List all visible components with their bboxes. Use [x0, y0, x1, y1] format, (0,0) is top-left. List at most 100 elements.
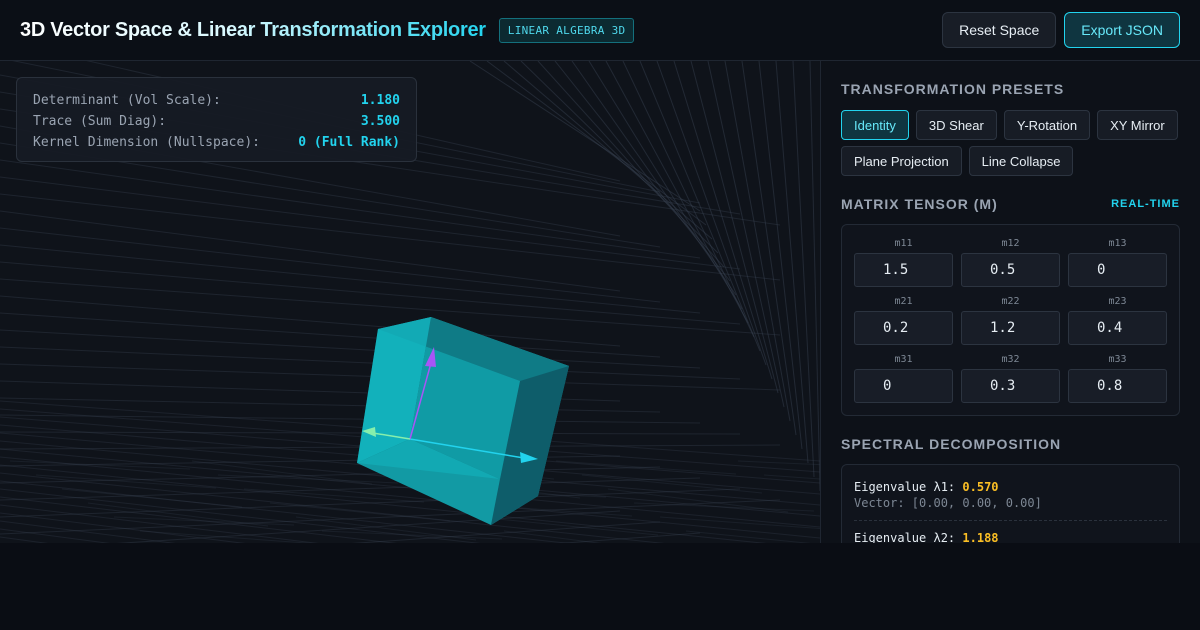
- grid-line: [0, 176, 741, 270]
- cell-label-m13: m13: [1108, 238, 1127, 249]
- grid-line: [656, 61, 767, 366]
- grid-line: [588, 61, 743, 310]
- cell-label-m21: m21: [894, 296, 913, 307]
- grid-line: [486, 61, 707, 226]
- eigen-divider: [854, 520, 1167, 521]
- 3d-viewport[interactable]: Determinant (Vol Scale): 1.180 Trace (Su…: [0, 61, 820, 543]
- grid-line: [537, 61, 725, 268]
- matrix-grid: m11 1.5 m12 0.5 m13 0 m21 0.2 m22 1.2 m23 0.4 …: [854, 237, 1167, 403]
- determinant-label: Determinant (Vol Scale):: [33, 93, 221, 108]
- m32-input[interactable]: 0.3: [961, 369, 1060, 403]
- cell-label-m32: m32: [1001, 354, 1020, 365]
- grid-line: [520, 61, 719, 254]
- m12-input[interactable]: 0.5: [961, 253, 1060, 287]
- preset-3d-shear-button[interactable]: 3D Shear: [915, 110, 997, 140]
- grid-line: [0, 227, 661, 303]
- preset-y-rotation-button[interactable]: Y-Rotation: [1003, 110, 1091, 140]
- grid-line: [0, 346, 741, 380]
- matrix-cell: m12 0.5: [961, 237, 1060, 287]
- preset-line-collapse-button[interactable]: Line Collapse: [968, 146, 1074, 176]
- cell-label-m31: m31: [894, 354, 913, 365]
- m33-input[interactable]: 0.8: [1068, 369, 1167, 403]
- grid-line: [554, 61, 731, 282]
- m21-input[interactable]: 0.2: [854, 311, 953, 345]
- trace-value: 3.500: [360, 114, 400, 129]
- trace-row: Trace (Sum Diag): 3.500: [33, 111, 400, 132]
- bottom-empty-area: [0, 543, 1200, 630]
- cell-label-m33: m33: [1108, 354, 1127, 365]
- eigenvalue-label-1: Eigenvalue λ1:: [854, 480, 956, 494]
- eigenvalue-value-2: 1.188: [962, 531, 999, 543]
- cell-label-m22: m22: [1001, 296, 1020, 307]
- preset-plane-projection-button[interactable]: Plane Projection: [841, 146, 962, 176]
- grid-line: [741, 61, 797, 436]
- preset-list: Identity 3D Shear Y-Rotation XY Mirror P…: [841, 110, 1180, 176]
- app-root: 3D Vector Space & Linear Transformation …: [0, 0, 1200, 630]
- eigenvalue-row-2: Eigenvalue λ2: 1.188: [854, 530, 1167, 543]
- grid-line: [243, 488, 425, 503]
- eigenvalue-label-2: Eigenvalue λ2:: [854, 531, 956, 543]
- grid-line: [0, 504, 319, 543]
- stats-overlay: Determinant (Vol Scale): 1.180 Trace (Su…: [16, 77, 417, 162]
- spectral-panel: Eigenvalue λ1: 0.570 Vector: [0.00, 0.00…: [841, 464, 1180, 543]
- grid-line: [555, 460, 737, 475]
- matrix-cell: m31 0: [854, 353, 953, 403]
- matrix-cell: m21 0.2: [854, 295, 953, 345]
- m31-input[interactable]: 0: [854, 369, 953, 403]
- matrix-title: MATRIX TENSOR (M): [841, 196, 998, 212]
- grid-line: [0, 193, 781, 281]
- kernel-row: Kernel Dimension (Nullspace): 0 (Full Ra…: [33, 132, 400, 153]
- grid-line: [581, 474, 763, 494]
- grid-line: [0, 210, 621, 292]
- matrix-cell: m22 1.2: [961, 295, 1060, 345]
- matrix-cell: m33 0.8: [1068, 353, 1167, 403]
- grid-line: [61, 488, 243, 508]
- grid-line: [0, 261, 741, 325]
- app-header: 3D Vector Space & Linear Transformation …: [0, 0, 1200, 61]
- grid-line: [792, 61, 815, 478]
- cell-label-m12: m12: [1001, 238, 1020, 249]
- determinant-row: Determinant (Vol Scale): 1.180: [33, 90, 400, 111]
- m22-input[interactable]: 1.2: [961, 311, 1060, 345]
- m13-input[interactable]: 0: [1068, 253, 1167, 287]
- grid-line: [0, 159, 701, 259]
- transformed-cube: [357, 317, 569, 525]
- eigenvalue-value-1: 0.570: [962, 480, 999, 494]
- header-actions: Reset Space Export JSON: [942, 12, 1180, 48]
- export-json-button[interactable]: Export JSON: [1064, 12, 1180, 48]
- page-title: 3D Vector Space & Linear Transformation …: [20, 18, 486, 41]
- grid-line: [0, 244, 701, 314]
- grid-line: [763, 474, 820, 480]
- kernel-label: Kernel Dimension (Nullspace):: [33, 135, 260, 150]
- mode-badge: LINEAR ALGEBRA 3D: [498, 17, 635, 43]
- control-panel: TRANSFORMATION PRESETS Identity 3D Shear…: [820, 61, 1200, 543]
- grid-line: [0, 295, 621, 347]
- matrix-header: MATRIX TENSOR (M) REAL-TIME: [841, 196, 1180, 212]
- eigenvector-1: Vector: [0.00, 0.00, 0.00]: [854, 496, 1042, 510]
- m23-input[interactable]: 0.4: [1068, 311, 1167, 345]
- m11-input[interactable]: 1.5: [854, 253, 953, 287]
- preset-identity-button[interactable]: Identity: [841, 110, 909, 140]
- matrix-cell: m13 0: [1068, 237, 1167, 287]
- reset-space-button[interactable]: Reset Space: [942, 12, 1057, 48]
- spectral-title: SPECTRAL DECOMPOSITION: [841, 436, 1062, 452]
- grid-line: [622, 61, 755, 338]
- trace-label: Trace (Sum Diag):: [33, 114, 167, 129]
- kernel-value: 0 (Full Rank): [298, 135, 400, 150]
- realtime-indicator: REAL-TIME: [1111, 198, 1180, 210]
- determinant-value: 1.180: [360, 93, 400, 108]
- grid-line: [0, 397, 661, 413]
- matrix-cell: m23 0.4: [1068, 295, 1167, 345]
- grid-line: [639, 61, 761, 352]
- cell-label-m11: m11: [894, 238, 913, 249]
- grid-line: [0, 414, 701, 424]
- eigenvalue-row-1: Eigenvalue λ1: 0.570: [854, 479, 1167, 495]
- cell-label-m23: m23: [1108, 296, 1127, 307]
- presets-title: TRANSFORMATION PRESETS: [841, 81, 1065, 97]
- matrix-editor: m11 1.5 m12 0.5 m13 0 m21 0.2 m22 1.2 m23 0.4 …: [841, 224, 1180, 416]
- preset-xy-mirror-button[interactable]: XY Mirror: [1097, 110, 1178, 140]
- matrix-cell: m32 0.3: [961, 353, 1060, 403]
- matrix-cell: m11 1.5: [854, 237, 953, 287]
- grid-line: [503, 61, 713, 240]
- grid-line: [605, 61, 749, 324]
